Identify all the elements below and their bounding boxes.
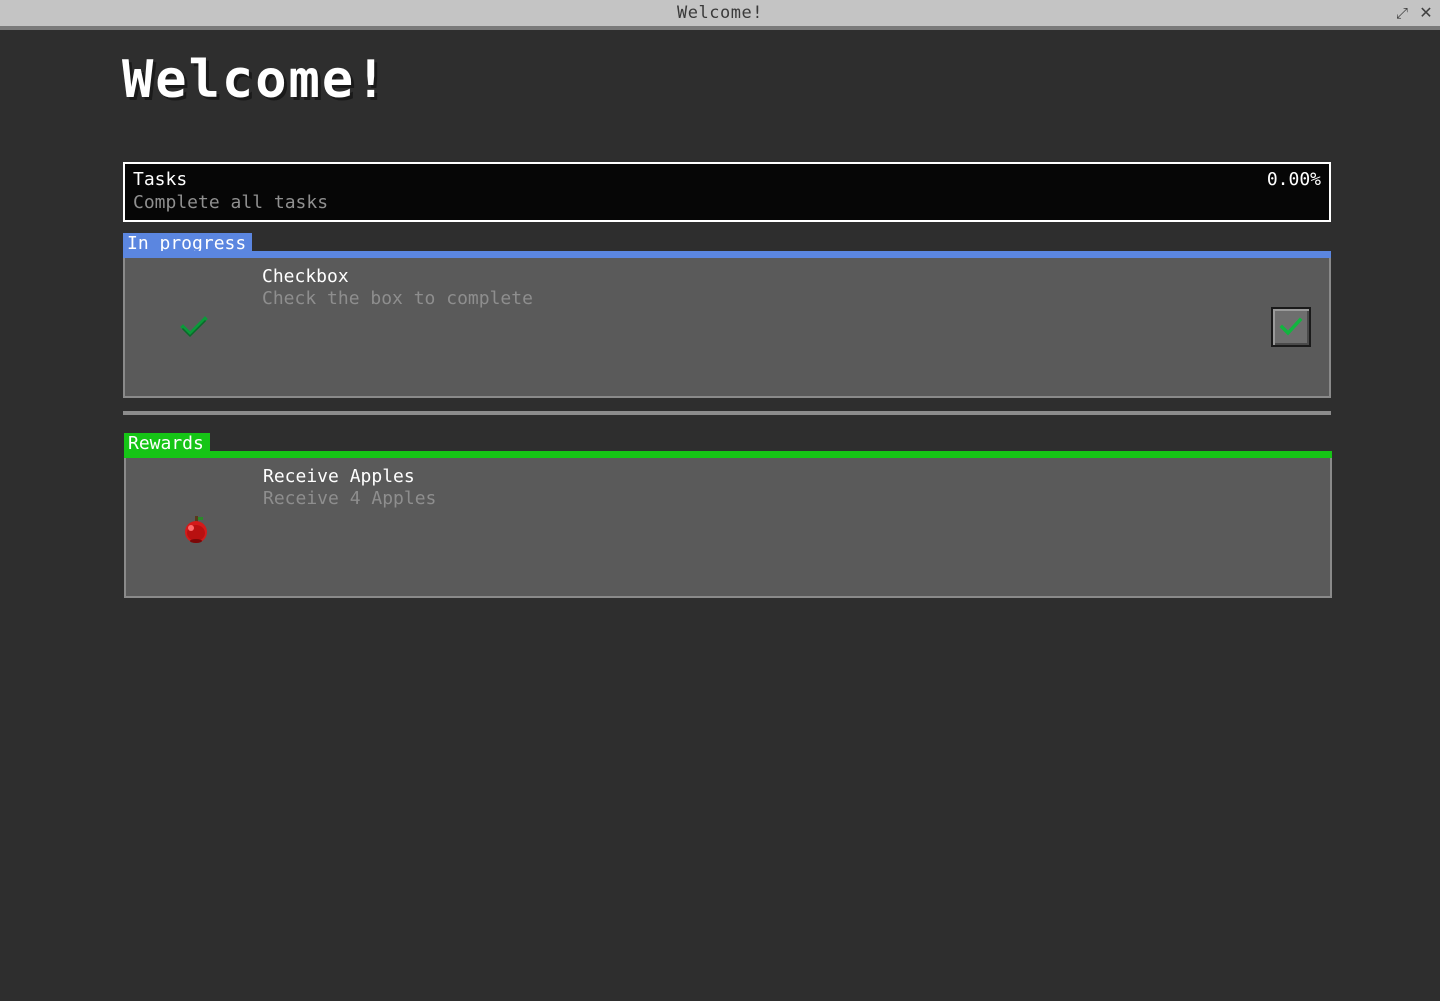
reward-title: Receive Apples [263, 466, 415, 487]
tasks-title: Tasks [133, 169, 188, 190]
apple-icon [185, 516, 207, 543]
close-icon[interactable]: ✕ [1416, 3, 1436, 23]
task-checkbox[interactable] [1271, 307, 1311, 347]
tasks-subtitle: Complete all tasks [133, 192, 329, 213]
window-titlebar: Welcome! ⤢ ✕ [0, 0, 1440, 30]
task-subtitle: Check the box to complete [262, 288, 533, 309]
checkbox-check-icon [1279, 317, 1303, 336]
checkmark-icon [180, 316, 208, 338]
expand-icon[interactable]: ⤢ [1392, 3, 1412, 23]
section-line-in-progress [123, 251, 1331, 258]
reward-subtitle: Receive 4 Apples [263, 488, 437, 509]
tasks-header: Tasks Complete all tasks 0.00% [123, 162, 1331, 222]
tasks-progress-percent: 0.00% [1266, 169, 1321, 190]
window-title: Welcome! [677, 3, 763, 23]
page-title: Welcome! [122, 50, 389, 110]
section-divider [123, 411, 1331, 415]
reward-item-apples: Receive Apples Receive 4 Apples [124, 458, 1332, 598]
task-title: Checkbox [262, 266, 349, 287]
task-item-checkbox: Checkbox Check the box to complete [123, 258, 1331, 398]
section-line-rewards [124, 451, 1332, 458]
